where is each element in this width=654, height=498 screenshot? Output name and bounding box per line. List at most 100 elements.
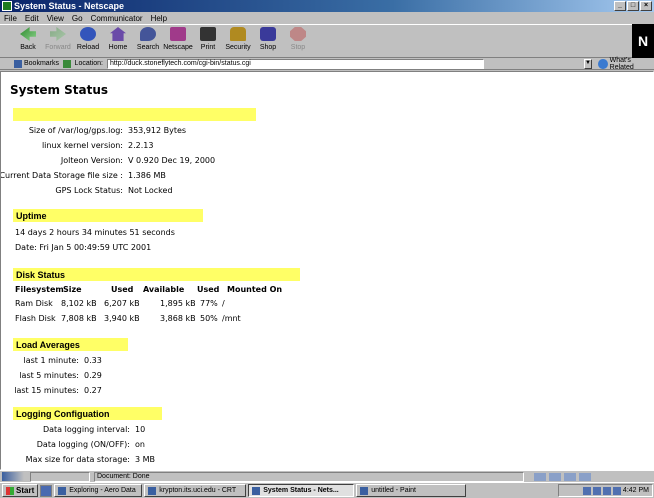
load-value: 0.33 xyxy=(84,356,102,365)
quick-launch-icon[interactable] xyxy=(40,484,53,497)
bookmarks-button[interactable]: Bookmarks xyxy=(14,59,59,68)
tray-icon[interactable] xyxy=(592,486,601,495)
menu-edit[interactable]: Edit xyxy=(25,14,39,23)
start-button[interactable]: Start xyxy=(2,484,39,497)
disk-cell-used: 3,940 kB xyxy=(104,314,140,323)
composer-icon[interactable] xyxy=(579,472,591,481)
system-label: Size of /var/log/gps.log: xyxy=(28,126,123,135)
url-field[interactable]: http://duck.stoneflytech.com/cgi-bin/sta… xyxy=(106,58,484,69)
stop-button[interactable]: Stop xyxy=(284,25,312,57)
progress-bar xyxy=(30,471,90,482)
disk-cell-mounted-on: / xyxy=(222,299,225,308)
system-value: 2.2.13 xyxy=(128,141,154,150)
window-title: System Status - Netscape xyxy=(14,1,125,11)
security-lock-icon xyxy=(230,27,246,41)
paint-icon xyxy=(360,486,369,495)
stop-icon xyxy=(290,27,306,41)
tray-icon[interactable] xyxy=(602,486,611,495)
disk-header-size: Size xyxy=(63,285,82,294)
disk-cell-used: 6,207 kB xyxy=(104,299,140,308)
disk-status-table: Filesystem Size Used Available Used Moun… xyxy=(15,285,315,325)
system-label: GPS Lock Status: xyxy=(55,186,123,195)
page-content: System Status Size of /var/log/gps.log: … xyxy=(0,71,654,470)
logging-value: on xyxy=(135,440,145,449)
print-button[interactable]: Print xyxy=(194,25,222,57)
netscape-button[interactable]: Netscape xyxy=(163,25,193,57)
disk-cell-available: 1,895 kB xyxy=(160,299,196,308)
home-icon xyxy=(110,27,126,41)
url-history-dropdown[interactable]: ▼ xyxy=(583,58,593,69)
logging-label: Data logging (ON/OFF): xyxy=(36,440,130,449)
tray-icon[interactable] xyxy=(612,486,621,495)
menu-help[interactable]: Help xyxy=(151,14,167,23)
discussion-icon[interactable] xyxy=(564,472,576,481)
load-label: last 5 minutes: xyxy=(19,371,79,380)
netscape-logo: N xyxy=(632,24,654,58)
location-icon xyxy=(63,59,71,68)
disk-cell-size: 8,102 kB xyxy=(61,299,97,308)
clock[interactable]: 4:42 PM xyxy=(623,487,649,494)
status-text: Document: Done xyxy=(94,471,524,482)
home-button[interactable]: Home xyxy=(104,25,132,57)
logging-label: Data logging interval: xyxy=(42,425,130,434)
back-button[interactable]: Back xyxy=(14,25,42,57)
security-button[interactable]: Security xyxy=(224,25,252,57)
window-title-bar[interactable]: System Status - Netscape _ □ × xyxy=(0,0,654,12)
disk-cell-used-percent: 77% xyxy=(200,299,218,308)
search-button[interactable]: Search xyxy=(134,25,162,57)
window-controls: _ □ × xyxy=(614,1,652,11)
menu-communicator[interactable]: Communicator xyxy=(91,14,143,23)
system-value: 1.386 MB xyxy=(128,171,166,180)
bookmarks-icon xyxy=(14,59,22,68)
menu-bar: File Edit View Go Communicator Help xyxy=(0,12,654,24)
system-label: linux kernel version: xyxy=(41,141,123,150)
folder-icon xyxy=(58,486,67,495)
disk-header-used-percent: Used xyxy=(197,285,220,294)
logging-value: 10 xyxy=(135,425,146,434)
logging-value: 3 MB xyxy=(135,455,156,464)
reload-button[interactable]: Reload xyxy=(74,25,102,57)
disk-header-available: Available xyxy=(143,285,185,294)
close-button[interactable]: × xyxy=(640,1,652,11)
uptime-heading: Uptime xyxy=(16,211,47,221)
disk-cell-filesystem: Ram Disk xyxy=(15,299,53,308)
mail-icon[interactable] xyxy=(549,472,561,481)
load-averages-heading: Load Averages xyxy=(16,340,80,350)
windows-logo-icon xyxy=(6,486,14,495)
forward-arrow-icon xyxy=(50,27,66,41)
minimize-button[interactable]: _ xyxy=(614,1,626,11)
netscape-app-icon xyxy=(2,1,12,11)
system-value: 353,912 Bytes xyxy=(128,126,187,135)
location-bar: Bookmarks Location: http://duck.stonefly… xyxy=(0,57,654,71)
task-netscape[interactable]: System Status - Nets... xyxy=(248,484,355,497)
task-exploring[interactable]: Exploring - Aero Data xyxy=(54,484,143,497)
task-paint[interactable]: untitled - Paint xyxy=(356,484,467,497)
whats-related-button[interactable]: What's Related xyxy=(598,57,654,71)
menu-view[interactable]: View xyxy=(47,14,64,23)
netscape-icon xyxy=(252,486,261,495)
terminal-icon xyxy=(148,486,157,495)
shop-icon xyxy=(260,27,276,41)
status-bar: Document: Done xyxy=(0,470,654,482)
disk-cell-mounted-on: /mnt xyxy=(222,314,241,323)
navigator-icon[interactable] xyxy=(534,472,546,481)
task-crt[interactable]: krypton.its.uci.edu - CRT xyxy=(144,484,247,497)
whats-related-icon xyxy=(598,58,608,69)
maximize-button[interactable]: □ xyxy=(627,1,639,11)
reload-icon xyxy=(80,27,96,41)
menu-file[interactable]: File xyxy=(4,14,17,23)
forward-button[interactable]: Forward xyxy=(44,25,72,57)
system-label: Current Data Storage file size : xyxy=(0,171,123,180)
disk-header-filesystem: Filesystem xyxy=(15,285,64,294)
load-averages-block: last 1 minute: 0.33 last 5 minutes: 0.29… xyxy=(1,356,141,401)
shop-button[interactable]: Shop xyxy=(254,25,282,57)
load-label: last 1 minute: xyxy=(23,356,79,365)
navigation-toolbar: Back Forward Reload Home Search Netscape… xyxy=(0,24,654,58)
disk-header-mounted-on: Mounted On xyxy=(227,285,283,294)
system-value: Not Locked xyxy=(128,186,173,195)
tray-icon[interactable] xyxy=(582,486,591,495)
menu-go[interactable]: Go xyxy=(72,14,83,23)
disk-header-used: Used xyxy=(111,285,134,294)
print-icon xyxy=(200,27,216,41)
disk-cell-available: 3,868 kB xyxy=(160,314,196,323)
